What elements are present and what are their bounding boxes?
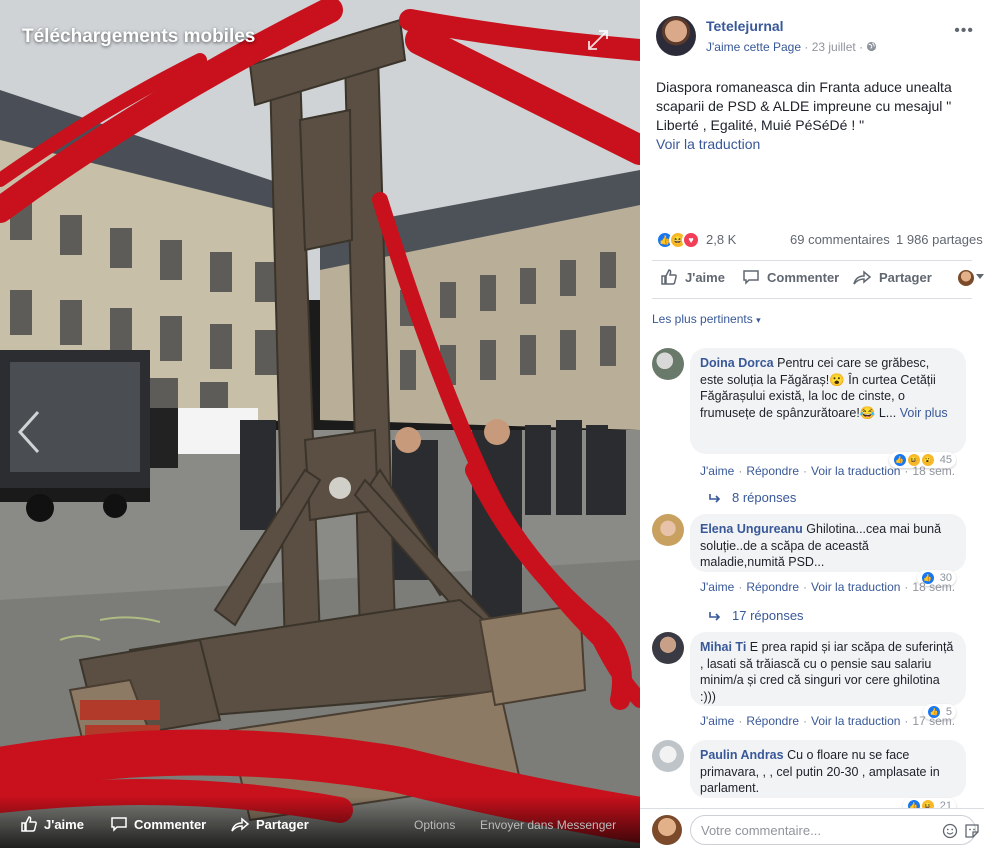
- view-replies-link[interactable]: 17 réponses: [708, 608, 804, 623]
- comment-time: 18 sem.: [912, 580, 956, 594]
- comment-links: J'aime · Répondre · Voir la traduction · 17 se…: [700, 714, 956, 728]
- comment-bubble: Elena Ungureanu Ghilotina...cea mai bună…: [690, 514, 966, 572]
- reply-arrow-icon: [709, 611, 721, 621]
- post-date[interactable]: 23 juillet: [812, 40, 856, 54]
- comment-reply-link[interactable]: Répondre: [746, 464, 799, 478]
- share-arrow-icon: [853, 270, 872, 285]
- fullscreen-expand-icon[interactable]: [586, 28, 610, 52]
- media-comment-label: Commenter: [134, 816, 207, 832]
- comment-bubble-icon: [111, 817, 127, 832]
- post-actions-bar: J'aime Commenter Partager: [652, 262, 984, 294]
- previous-photo-arrow-icon[interactable]: [14, 408, 44, 456]
- post-photo[interactable]: [0, 0, 640, 848]
- thumbs-up-icon: [661, 269, 677, 285]
- share-button[interactable]: Partager: [852, 268, 932, 286]
- commenter-avatar[interactable]: [652, 740, 684, 772]
- more-options-icon[interactable]: •••: [954, 22, 974, 40]
- replies-count-label: 17 réponses: [732, 608, 804, 623]
- commenter-avatar[interactable]: [652, 348, 684, 380]
- comment-links: J'aime · Répondre · Voir la traduction · 18 se…: [700, 580, 956, 594]
- post-text: Diaspora romaneasca din Franta aduce une…: [656, 79, 952, 133]
- meta-separator: ·: [859, 40, 867, 54]
- sticker-icon[interactable]: [964, 823, 980, 839]
- comment-author[interactable]: Elena Ungureanu: [700, 522, 803, 536]
- globe-icon: [867, 41, 877, 52]
- comment-like-link[interactable]: J'aime: [700, 580, 734, 594]
- emoji-icon[interactable]: [942, 823, 958, 839]
- comment-bubble: Doina Dorca Pentru cei care se grăbesc, …: [690, 348, 966, 454]
- post-meta: J'aime cette Page · 23 juillet ·: [706, 40, 877, 54]
- comment-bubble: Mihai Ti E prea rapid și iar scăpa de su…: [690, 632, 966, 706]
- media-comment-button[interactable]: Commenter: [110, 815, 206, 833]
- love-reaction-icon: ♥: [682, 231, 700, 249]
- comment-sort-label: Les plus pertinents: [652, 312, 753, 326]
- divider: [652, 298, 972, 299]
- comment-reply-link[interactable]: Répondre: [746, 714, 799, 728]
- post-stats: 👍 😆 ♥ 2,8 K 69 commentaires 1 986 partag…: [656, 230, 984, 250]
- comment-time: 18 sem.: [912, 464, 956, 478]
- comment-reply-link[interactable]: Répondre: [746, 580, 799, 594]
- chevron-down-icon[interactable]: [976, 274, 984, 279]
- meta-separator: ·: [804, 40, 812, 54]
- post-text-block: Diaspora romaneasca din Franta aduce une…: [656, 78, 976, 154]
- acting-as-avatar[interactable]: [958, 270, 974, 286]
- thumbs-up-icon: [21, 816, 37, 832]
- page-name-link[interactable]: Tetelejurnal: [706, 18, 784, 34]
- comment-sort-dropdown[interactable]: Les plus pertinents ▾: [652, 312, 761, 326]
- send-in-messenger-link[interactable]: Envoyer dans Messenger: [480, 818, 616, 832]
- comment: Mihai Ti E prea rapid și iar scăpa de su…: [652, 632, 984, 732]
- comment-like-link[interactable]: J'aime: [700, 464, 734, 478]
- comment-button-label: Commenter: [767, 269, 840, 285]
- comment-translate-link[interactable]: Voir la traduction: [811, 464, 900, 478]
- comment-author[interactable]: Doina Dorca: [700, 356, 774, 370]
- media-action-bar: J'aime Commenter Partager Options Envoye…: [0, 796, 640, 848]
- like-button[interactable]: J'aime: [660, 268, 725, 286]
- reply-arrow-icon: [709, 493, 721, 503]
- comment-time: 17 sem.: [912, 714, 956, 728]
- share-arrow-icon: [231, 817, 250, 832]
- comment-links: J'aime · Répondre · Voir la traduction · 18 se…: [700, 464, 956, 478]
- media-share-button[interactable]: Partager: [230, 815, 309, 833]
- current-user-avatar[interactable]: [652, 815, 682, 845]
- comment-input[interactable]: [690, 815, 976, 845]
- comment: Elena Ungureanu Ghilotina...cea mai bună…: [652, 514, 984, 626]
- media-options-link[interactable]: Options: [414, 818, 455, 832]
- media-like-label: J'aime: [44, 816, 84, 832]
- post-see-translation-link[interactable]: Voir la traduction: [656, 135, 976, 154]
- comment-bubble-icon: [743, 270, 759, 285]
- comment-bubble: Paulin Andras Cu o floare nu se face pri…: [690, 740, 966, 798]
- comment-button[interactable]: Commenter: [742, 268, 839, 286]
- comment: Paulin Andras Cu o floare nu se face pri…: [652, 740, 984, 814]
- caret-down-icon: ▾: [756, 315, 761, 325]
- commenter-avatar[interactable]: [652, 632, 684, 664]
- replies-count-label: 8 réponses: [732, 490, 797, 505]
- media-like-button[interactable]: J'aime: [20, 815, 84, 833]
- post-header: Tetelejurnal J'aime cette Page · 23 juil…: [656, 14, 974, 60]
- view-replies-link[interactable]: 8 réponses: [708, 490, 796, 505]
- see-more-link[interactable]: Voir plus: [900, 406, 948, 420]
- divider: [652, 260, 972, 261]
- media-share-label: Partager: [256, 816, 309, 832]
- comment: Doina Dorca Pentru cei care se grăbesc, …: [652, 348, 984, 508]
- like-page-link[interactable]: J'aime cette Page: [706, 40, 801, 54]
- comment-like-link[interactable]: J'aime: [700, 714, 734, 728]
- share-button-label: Partager: [879, 269, 932, 285]
- post-panel: Tetelejurnal J'aime cette Page · 23 juil…: [640, 0, 984, 848]
- comment-author[interactable]: Mihai Ti: [700, 640, 746, 654]
- shares-count-link[interactable]: 1 986 partages: [896, 232, 983, 247]
- reaction-icons[interactable]: 👍 😆 ♥: [656, 231, 700, 249]
- photo-viewer: Téléchargements mobiles J'aime Commenter…: [0, 0, 640, 848]
- comment-translate-link[interactable]: Voir la traduction: [811, 714, 900, 728]
- reactions-count[interactable]: 2,8 K: [706, 232, 736, 247]
- comment-composer: [640, 808, 984, 848]
- media-title: Téléchargements mobiles: [22, 26, 256, 47]
- commenter-avatar[interactable]: [652, 514, 684, 546]
- like-button-label: J'aime: [685, 269, 725, 285]
- comments-count-link[interactable]: 69 commentaires: [790, 232, 890, 247]
- comment-author[interactable]: Paulin Andras: [700, 748, 784, 762]
- comment-translate-link[interactable]: Voir la traduction: [811, 580, 900, 594]
- page-avatar[interactable]: [656, 16, 696, 56]
